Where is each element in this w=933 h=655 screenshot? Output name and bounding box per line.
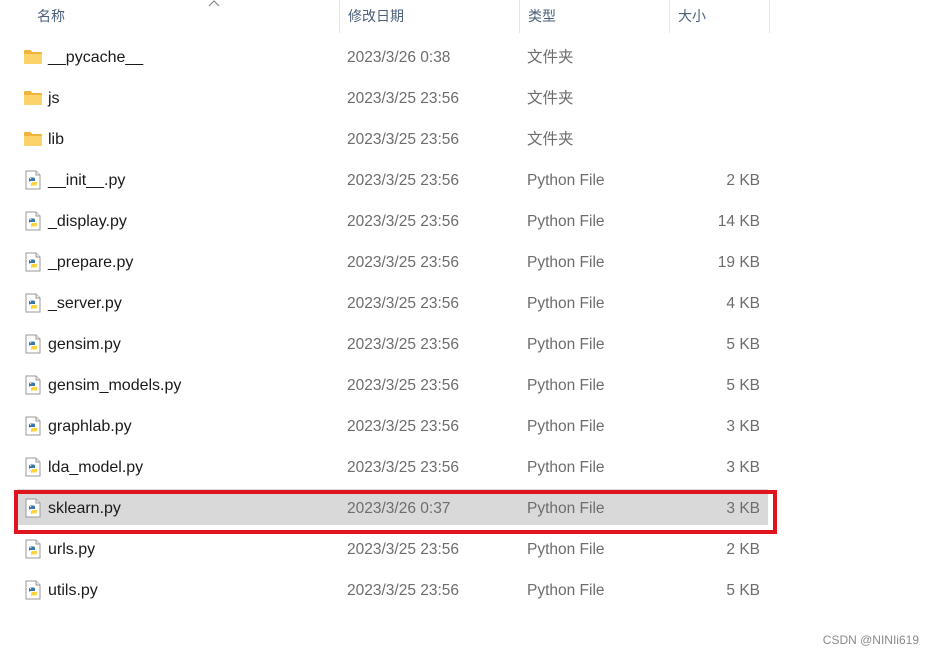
file-modified-date: 2023/3/25 23:56 <box>347 295 460 312</box>
file-name: _display.py <box>48 213 127 230</box>
file-modified-date: 2023/3/26 0:37 <box>347 500 451 517</box>
folder-icon <box>23 129 43 149</box>
column-header-size[interactable]: 大小 <box>670 0 770 33</box>
file-type: Python File <box>527 418 605 435</box>
python-file-icon <box>23 416 43 436</box>
file-row[interactable]: gensim_models.py 2023/3/25 23:56 Python Fi… <box>17 366 768 402</box>
file-modified-date: 2023/3/25 23:56 <box>347 131 460 148</box>
file-row[interactable]: sklearn.py 2023/3/26 0:37 Python File 3 KB <box>17 489 768 525</box>
file-type: Python File <box>527 254 605 271</box>
watermark: CSDN @NINIi619 <box>822 633 919 647</box>
file-type: Python File <box>527 500 605 517</box>
file-size: 3 KB <box>726 459 760 476</box>
python-file-icon <box>23 375 43 395</box>
file-type: Python File <box>527 582 605 599</box>
column-header-bar: 名称 修改日期 类型 大小 <box>0 0 933 33</box>
file-modified-date: 2023/3/25 23:56 <box>347 377 460 394</box>
python-file-icon <box>23 211 43 231</box>
file-type: Python File <box>527 541 605 558</box>
file-size: 3 KB <box>726 418 760 435</box>
file-modified-date: 2023/3/25 23:56 <box>347 541 460 558</box>
file-name: _server.py <box>48 295 122 312</box>
python-file-icon <box>23 580 43 600</box>
file-row[interactable]: urls.py 2023/3/25 23:56 Python File 2 KB <box>17 530 768 566</box>
file-name: graphlab.py <box>48 418 132 435</box>
file-modified-date: 2023/3/25 23:56 <box>347 254 460 271</box>
column-header-name-label: 名称 <box>37 8 65 24</box>
file-size: 4 KB <box>726 295 760 312</box>
file-row[interactable]: _prepare.py 2023/3/25 23:56 Python File 19 … <box>17 243 768 279</box>
column-header-name[interactable]: 名称 <box>29 0 340 33</box>
file-size: 19 KB <box>717 254 760 271</box>
file-type: Python File <box>527 459 605 476</box>
file-name: js <box>48 90 60 107</box>
file-type: Python File <box>527 213 605 230</box>
file-modified-date: 2023/3/25 23:56 <box>347 336 460 353</box>
python-file-icon <box>23 170 43 190</box>
file-modified-date: 2023/3/25 23:56 <box>347 213 460 230</box>
folder-icon <box>23 47 43 67</box>
file-row[interactable]: __init__.py 2023/3/25 23:56 Python File 2 K… <box>17 161 768 197</box>
python-file-icon <box>23 293 43 313</box>
file-name: gensim.py <box>48 336 121 353</box>
file-size: 2 KB <box>726 541 760 558</box>
file-row[interactable]: lib 2023/3/25 23:56 文件夹 <box>17 120 768 156</box>
column-header-type-label: 类型 <box>528 8 556 24</box>
python-file-icon <box>23 252 43 272</box>
file-modified-date: 2023/3/26 0:38 <box>347 49 451 66</box>
file-type: Python File <box>527 336 605 353</box>
python-file-icon <box>23 334 43 354</box>
file-row[interactable]: _display.py 2023/3/25 23:56 Python File 14 … <box>17 202 768 238</box>
file-row[interactable]: gensim.py 2023/3/25 23:56 Python File 5 KB <box>17 325 768 361</box>
python-file-icon <box>23 457 43 477</box>
file-size: 2 KB <box>726 172 760 189</box>
file-row[interactable]: __pycache__ 2023/3/26 0:38 文件夹 <box>17 38 768 74</box>
file-modified-date: 2023/3/25 23:56 <box>347 582 460 599</box>
file-name: lda_model.py <box>48 459 144 476</box>
file-size: 3 KB <box>726 500 760 517</box>
column-header-type[interactable]: 类型 <box>520 0 670 33</box>
file-name: gensim_models.py <box>48 377 182 394</box>
file-name: lib <box>48 131 65 148</box>
file-name: _prepare.py <box>48 254 134 271</box>
file-name: utils.py <box>48 582 98 599</box>
file-modified-date: 2023/3/25 23:56 <box>347 418 460 435</box>
python-file-icon <box>23 498 43 518</box>
column-header-date[interactable]: 修改日期 <box>340 0 520 33</box>
file-type: 文件夹 <box>527 90 574 107</box>
file-type: 文件夹 <box>527 131 574 148</box>
sort-ascending-icon <box>208 0 220 9</box>
file-size: 5 KB <box>726 377 760 394</box>
file-row[interactable]: utils.py 2023/3/25 23:56 Python File 5 KB <box>17 571 768 607</box>
file-modified-date: 2023/3/25 23:56 <box>347 459 460 476</box>
python-file-icon <box>23 539 43 559</box>
file-row[interactable]: lda_model.py 2023/3/25 23:56 Python File 3 … <box>17 448 768 484</box>
file-type: Python File <box>527 377 605 394</box>
file-name: __init__.py <box>48 172 126 189</box>
file-size: 14 KB <box>717 213 760 230</box>
file-type: 文件夹 <box>527 49 574 66</box>
file-name: sklearn.py <box>48 500 121 517</box>
file-name: urls.py <box>48 541 96 558</box>
file-type: Python File <box>527 172 605 189</box>
file-size: 5 KB <box>726 336 760 353</box>
file-row[interactable]: js 2023/3/25 23:56 文件夹 <box>17 79 768 115</box>
file-modified-date: 2023/3/25 23:56 <box>347 90 460 107</box>
file-name: __pycache__ <box>48 49 144 66</box>
file-row[interactable]: _server.py 2023/3/25 23:56 Python File 4 KB <box>17 284 768 320</box>
folder-icon <box>23 88 43 108</box>
file-type: Python File <box>527 295 605 312</box>
column-header-date-label: 修改日期 <box>348 8 404 24</box>
file-row[interactable]: graphlab.py 2023/3/25 23:56 Python File 3 K… <box>17 407 768 443</box>
file-modified-date: 2023/3/25 23:56 <box>347 172 460 189</box>
column-header-size-label: 大小 <box>678 8 706 24</box>
file-size: 5 KB <box>726 582 760 599</box>
